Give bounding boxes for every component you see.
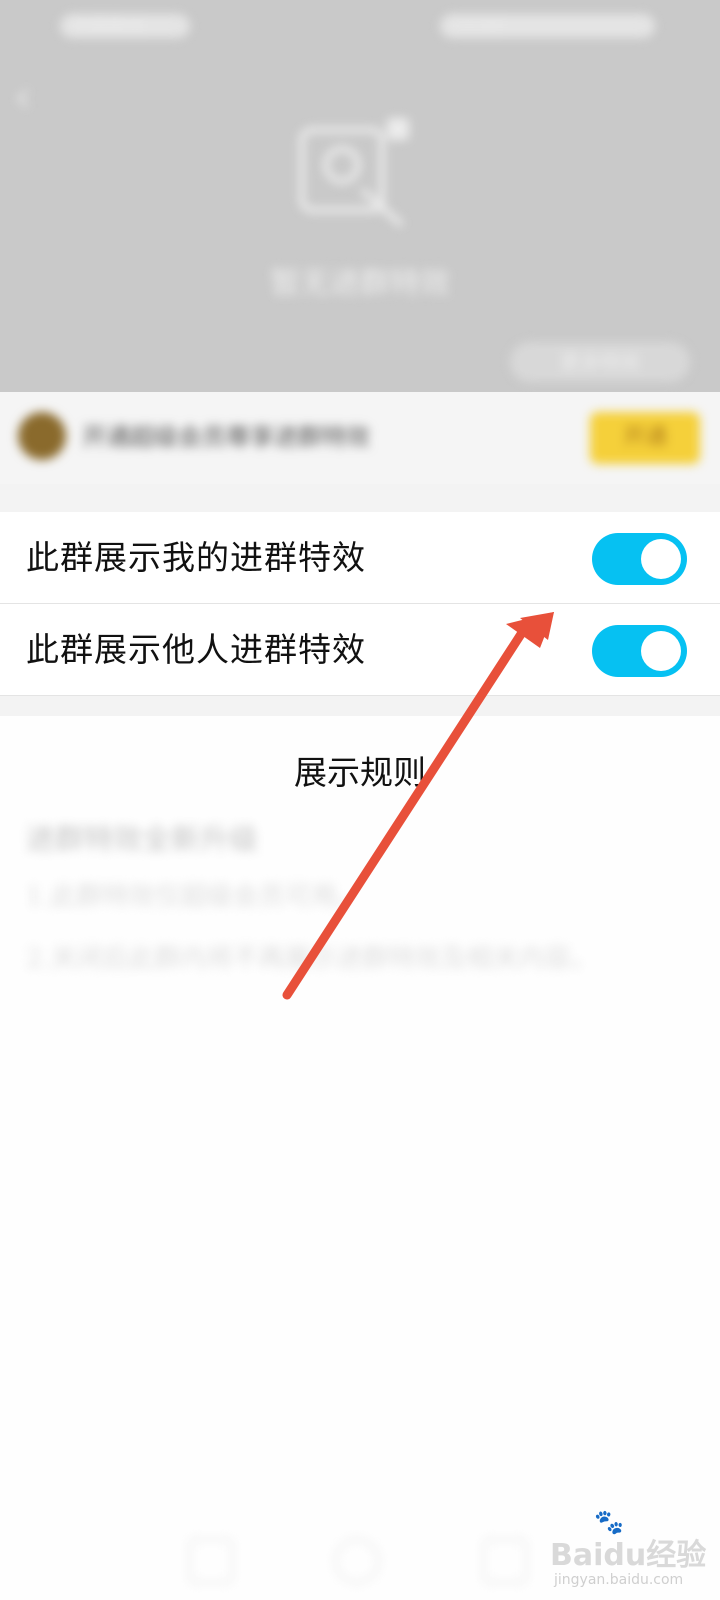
status-bar-right: 12:00	[440, 14, 655, 38]
baidu-watermark: 🐾 Baidu经验 jingyan.baidu.com	[550, 1508, 720, 1600]
setting-label: 此群展示我的进群特效	[26, 538, 366, 577]
more-effects-button[interactable]: 更多特效	[510, 342, 690, 382]
rule-line: 2.关闭后此群内将不再展示进群特效及相关内容。	[26, 944, 597, 974]
vip-crown-icon	[18, 412, 66, 460]
status-right-text: 12:00	[452, 15, 504, 36]
rules-section: 展示规则 进群特效全新升级 1.此群特效仅超级会员可用。 2.关闭后此群内将不再…	[0, 716, 720, 1600]
setting-row-show-my-effect: 此群展示我的进群特效	[0, 512, 720, 604]
nav-back-icon[interactable]	[188, 1538, 234, 1584]
watermark-main: Baidu经验	[550, 1538, 707, 1573]
setting-row-show-others-effect: 此群展示他人进群特效	[0, 604, 720, 696]
section-divider	[0, 484, 720, 512]
section-divider	[0, 696, 720, 716]
nav-home-icon[interactable]	[334, 1538, 380, 1584]
status-bar-left: 中国移动	[60, 14, 190, 38]
rules-title: 展示规则	[294, 753, 426, 792]
vip-banner: 开通超级会员尊享进群特效 开通	[0, 392, 720, 484]
vip-banner-text: 开通超级会员尊享进群特效	[82, 423, 370, 451]
status-left-text: 中国移动	[72, 15, 144, 36]
effect-preview-area: 中国移动 12:00 ‹ 暂无进群特效 更多特效	[0, 0, 720, 392]
watermark-sub: jingyan.baidu.com	[554, 1572, 684, 1588]
effect-preview-icon	[299, 118, 409, 228]
show-others-effect-toggle[interactable]	[592, 625, 687, 677]
toggle-knob	[641, 631, 681, 671]
preview-empty-text: 暂无进群特效	[270, 266, 450, 301]
setting-label: 此群展示他人进群特效	[26, 630, 366, 669]
nav-recents-icon[interactable]	[482, 1538, 528, 1584]
back-chevron-icon[interactable]: ‹	[14, 72, 48, 120]
vip-open-button[interactable]: 开通	[590, 412, 700, 464]
rules-subtitle: 进群特效全新升级	[26, 822, 259, 856]
show-my-effect-toggle[interactable]	[592, 533, 687, 585]
rule-line: 1.此群特效仅超级会员可用。	[26, 882, 363, 912]
toggle-knob	[641, 539, 681, 579]
